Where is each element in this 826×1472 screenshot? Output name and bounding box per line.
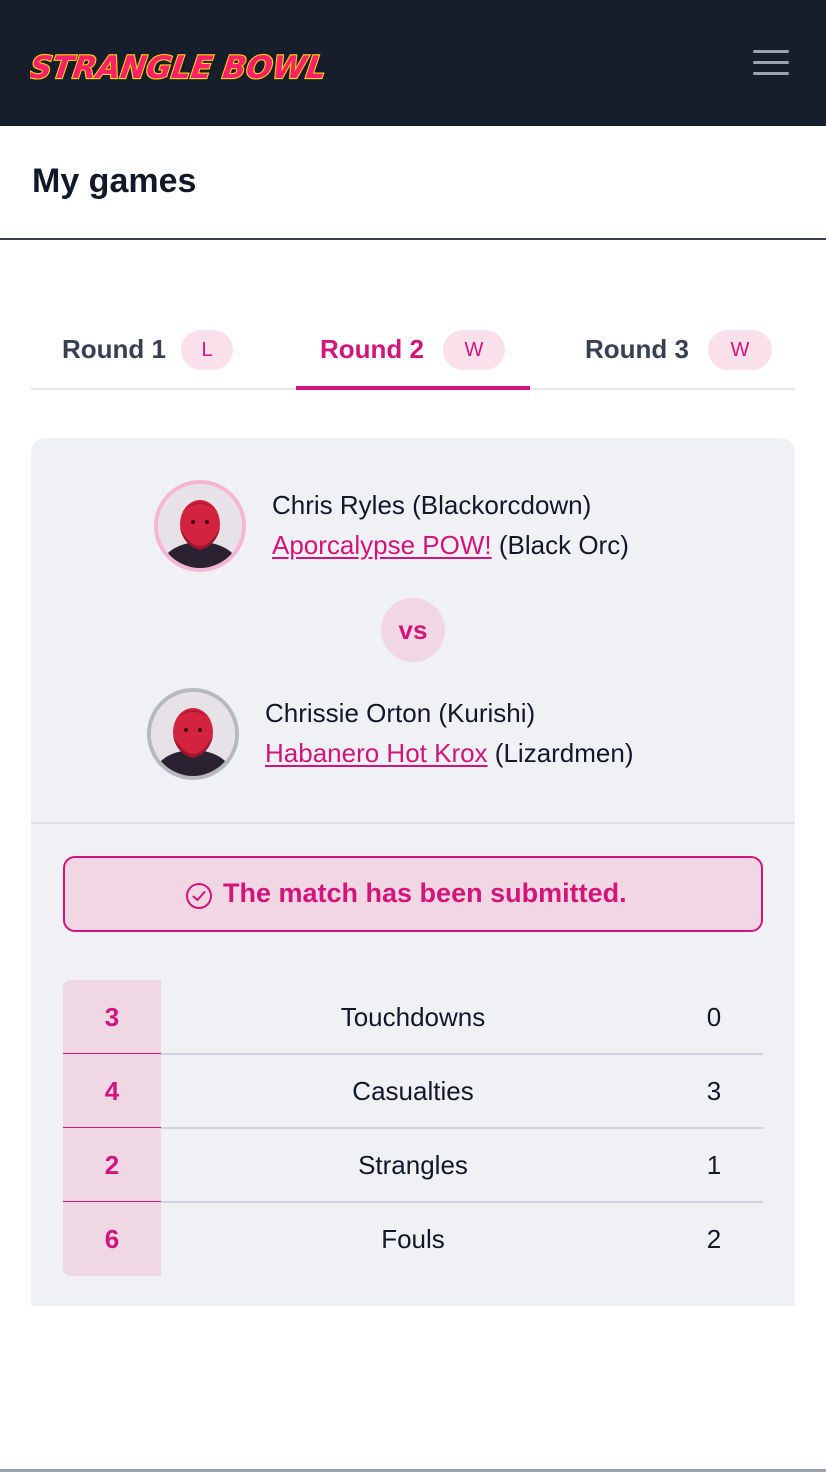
stat-label: Fouls bbox=[381, 1224, 445, 1254]
home-team-link[interactable]: Aporcalypse POW! bbox=[272, 530, 492, 560]
check-circle-icon bbox=[186, 883, 212, 909]
home-stat-value: 2 bbox=[63, 1128, 161, 1202]
result-badge: W bbox=[708, 330, 772, 370]
active-tab-indicator bbox=[296, 386, 530, 390]
home-stat-value: 3 bbox=[63, 980, 161, 1054]
away-team-race: (Lizardmen) bbox=[494, 738, 634, 768]
away-stat-value: 1 bbox=[706, 1150, 722, 1180]
hamburger-menu-icon bbox=[753, 50, 789, 53]
stat-row: 6 Fouls 2 bbox=[63, 1202, 763, 1276]
page-header: My games bbox=[0, 126, 826, 240]
away-player-name: Chrissie Orton (Kurishi) bbox=[265, 698, 536, 728]
home-stat-value: 4 bbox=[63, 1054, 161, 1128]
match-stats-table: 3 Touchdowns 0 4 Casualties 3 2 Strangle… bbox=[63, 980, 763, 1276]
stat-label: Casualties bbox=[352, 1076, 474, 1106]
card-divider bbox=[31, 822, 795, 824]
tab-label: Round 1 bbox=[62, 334, 166, 364]
match-submitted-alert: The match has been submitted. bbox=[63, 856, 763, 932]
result-badge: L bbox=[181, 330, 233, 370]
hamburger-menu-icon bbox=[753, 61, 789, 64]
tab-round-3[interactable]: Round 3 W bbox=[561, 312, 795, 390]
svg-text:STRANGLE BOWL: STRANGLE BOWL bbox=[30, 50, 329, 86]
away-stat-value: 2 bbox=[706, 1224, 722, 1254]
tab-round-1[interactable]: Round 1 L bbox=[31, 312, 265, 390]
hamburger-menu-icon bbox=[753, 72, 789, 75]
home-team-line: Aporcalypse POW! (Black Orc) bbox=[272, 530, 629, 561]
away-stat-value: 0 bbox=[706, 1002, 722, 1032]
stat-label: Touchdowns bbox=[340, 1002, 486, 1032]
tab-label: Round 2 bbox=[320, 334, 424, 364]
stat-row: 4 Casualties 3 bbox=[63, 1054, 763, 1129]
alert-text: The match has been submitted. bbox=[223, 878, 627, 908]
match-card: Chris Ryles (Blackorcdown) Aporcalypse P… bbox=[31, 438, 795, 1306]
hamburger-menu-button[interactable] bbox=[746, 42, 796, 84]
home-player-avatar[interactable] bbox=[154, 480, 246, 572]
away-team-line: Habanero Hot Krox (Lizardmen) bbox=[265, 738, 634, 769]
away-player-avatar[interactable] bbox=[147, 688, 239, 780]
top-navbar: STRANGLE BOWL bbox=[0, 0, 826, 126]
home-team-race: (Black Orc) bbox=[498, 530, 629, 560]
home-player-name: Chris Ryles (Blackorcdown) bbox=[272, 490, 592, 520]
stat-label: Strangles bbox=[358, 1150, 468, 1180]
away-team-link[interactable]: Habanero Hot Krox bbox=[265, 738, 488, 768]
stat-row: 2 Strangles 1 bbox=[63, 1128, 763, 1203]
result-badge: W bbox=[443, 330, 505, 370]
tab-label: Round 3 bbox=[585, 334, 689, 364]
home-stat-value: 6 bbox=[63, 1202, 161, 1276]
vs-badge: vs bbox=[381, 598, 445, 662]
away-stat-value: 3 bbox=[706, 1076, 722, 1106]
stat-row: 3 Touchdowns 0 bbox=[63, 980, 763, 1055]
round-tabs: Round 1 L Round 2 W Round 3 W bbox=[31, 312, 795, 390]
tab-round-2[interactable]: Round 2 W bbox=[296, 312, 530, 390]
page-title: My games bbox=[32, 162, 197, 200]
strangle-bowl-logo[interactable]: STRANGLE BOWL bbox=[30, 40, 340, 88]
